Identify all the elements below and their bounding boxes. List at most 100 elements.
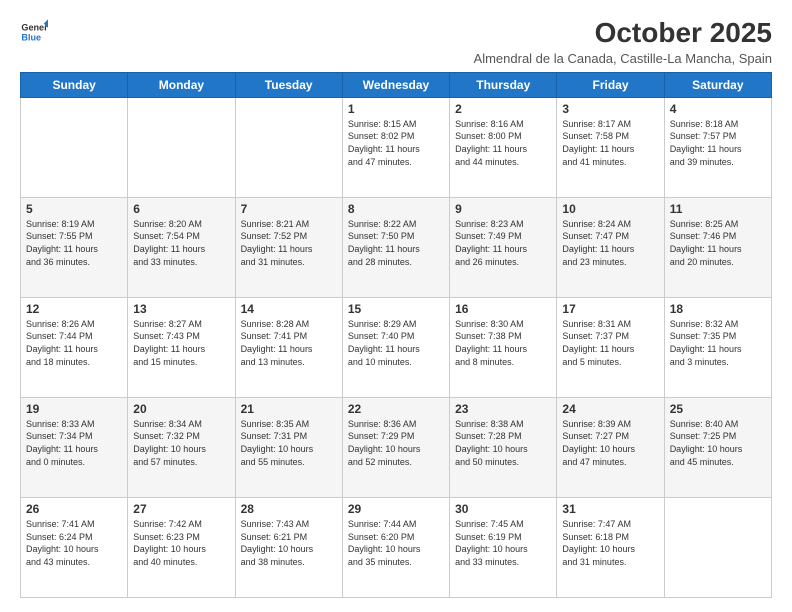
month-title: October 2025 <box>474 18 772 49</box>
day-number: 17 <box>562 302 658 316</box>
svg-text:General: General <box>21 23 48 33</box>
calendar-cell: 9 Sunrise: 8:23 AM Sunset: 7:49 PM Daylig… <box>450 197 557 297</box>
day-info: Sunrise: 8:28 AM Sunset: 7:41 PM Dayligh… <box>241 318 337 368</box>
day-number: 6 <box>133 202 229 216</box>
day-number: 7 <box>241 202 337 216</box>
title-block: October 2025 Almendral de la Canada, Cas… <box>474 18 772 66</box>
day-number: 3 <box>562 102 658 116</box>
day-info: Sunrise: 8:31 AM Sunset: 7:37 PM Dayligh… <box>562 318 658 368</box>
day-number: 14 <box>241 302 337 316</box>
calendar-cell: 1 Sunrise: 8:15 AM Sunset: 8:02 PM Daylig… <box>342 97 449 197</box>
calendar-cell: 27 Sunrise: 7:42 AM Sunset: 6:23 PM Dayli… <box>128 497 235 597</box>
calendar-cell: 13 Sunrise: 8:27 AM Sunset: 7:43 PM Dayli… <box>128 297 235 397</box>
calendar-cell: 4 Sunrise: 8:18 AM Sunset: 7:57 PM Daylig… <box>664 97 771 197</box>
day-info: Sunrise: 8:16 AM Sunset: 8:00 PM Dayligh… <box>455 118 551 168</box>
day-info: Sunrise: 8:35 AM Sunset: 7:31 PM Dayligh… <box>241 418 337 468</box>
day-info: Sunrise: 8:25 AM Sunset: 7:46 PM Dayligh… <box>670 218 766 268</box>
calendar: SundayMondayTuesdayWednesdayThursdayFrid… <box>20 72 772 598</box>
day-number: 9 <box>455 202 551 216</box>
calendar-cell <box>235 97 342 197</box>
day-number: 13 <box>133 302 229 316</box>
day-info: Sunrise: 8:22 AM Sunset: 7:50 PM Dayligh… <box>348 218 444 268</box>
day-info: Sunrise: 8:17 AM Sunset: 7:58 PM Dayligh… <box>562 118 658 168</box>
day-info: Sunrise: 8:29 AM Sunset: 7:40 PM Dayligh… <box>348 318 444 368</box>
day-info: Sunrise: 7:44 AM Sunset: 6:20 PM Dayligh… <box>348 518 444 568</box>
day-number: 27 <box>133 502 229 516</box>
svg-text:Blue: Blue <box>21 32 41 42</box>
weekday-header-tuesday: Tuesday <box>235 72 342 97</box>
calendar-cell <box>664 497 771 597</box>
day-number: 16 <box>455 302 551 316</box>
day-number: 19 <box>26 402 122 416</box>
weekday-header-saturday: Saturday <box>664 72 771 97</box>
calendar-cell: 18 Sunrise: 8:32 AM Sunset: 7:35 PM Dayli… <box>664 297 771 397</box>
day-info: Sunrise: 8:24 AM Sunset: 7:47 PM Dayligh… <box>562 218 658 268</box>
calendar-header: SundayMondayTuesdayWednesdayThursdayFrid… <box>21 72 772 97</box>
day-info: Sunrise: 8:39 AM Sunset: 7:27 PM Dayligh… <box>562 418 658 468</box>
calendar-cell: 26Sunrise: 7:41 AM Sunset: 6:24 PM Dayli… <box>21 497 128 597</box>
day-number: 31 <box>562 502 658 516</box>
day-info: Sunrise: 8:36 AM Sunset: 7:29 PM Dayligh… <box>348 418 444 468</box>
day-number: 29 <box>348 502 444 516</box>
page-header: General Blue October 2025 Almendral de l… <box>20 18 772 66</box>
calendar-cell: 28Sunrise: 7:43 AM Sunset: 6:21 PM Dayli… <box>235 497 342 597</box>
calendar-cell: 10 Sunrise: 8:24 AM Sunset: 7:47 PM Dayli… <box>557 197 664 297</box>
calendar-cell: 24 Sunrise: 8:39 AM Sunset: 7:27 PM Dayli… <box>557 397 664 497</box>
weekday-header-friday: Friday <box>557 72 664 97</box>
calendar-cell: 11 Sunrise: 8:25 AM Sunset: 7:46 PM Dayli… <box>664 197 771 297</box>
day-number: 4 <box>670 102 766 116</box>
day-info: Sunrise: 8:34 AM Sunset: 7:32 PM Dayligh… <box>133 418 229 468</box>
calendar-cell: 5 Sunrise: 8:19 AM Sunset: 7:55 PM Daylig… <box>21 197 128 297</box>
calendar-cell: 6 Sunrise: 8:20 AM Sunset: 7:54 PM Daylig… <box>128 197 235 297</box>
day-info: Sunrise: 7:45 AM Sunset: 6:19 PM Dayligh… <box>455 518 551 568</box>
calendar-cell: 21 Sunrise: 8:35 AM Sunset: 7:31 PM Dayli… <box>235 397 342 497</box>
calendar-cell: 31 Sunrise: 7:47 AM Sunset: 6:18 PM Dayli… <box>557 497 664 597</box>
day-number: 2 <box>455 102 551 116</box>
day-info: Sunrise: 8:33 AM Sunset: 7:34 PM Dayligh… <box>26 418 122 468</box>
day-number: 21 <box>241 402 337 416</box>
day-info: Sunrise: 7:47 AM Sunset: 6:18 PM Dayligh… <box>562 518 658 568</box>
day-info: Sunrise: 8:30 AM Sunset: 7:38 PM Dayligh… <box>455 318 551 368</box>
day-number: 30 <box>455 502 551 516</box>
day-number: 1 <box>348 102 444 116</box>
day-info: Sunrise: 8:15 AM Sunset: 8:02 PM Dayligh… <box>348 118 444 168</box>
location-title: Almendral de la Canada, Castille-La Manc… <box>474 51 772 66</box>
day-number: 10 <box>562 202 658 216</box>
weekday-header-sunday: Sunday <box>21 72 128 97</box>
day-number: 18 <box>670 302 766 316</box>
day-info: Sunrise: 8:26 AM Sunset: 7:44 PM Dayligh… <box>26 318 122 368</box>
day-info: Sunrise: 8:18 AM Sunset: 7:57 PM Dayligh… <box>670 118 766 168</box>
day-number: 26 <box>26 502 122 516</box>
day-number: 25 <box>670 402 766 416</box>
day-number: 23 <box>455 402 551 416</box>
day-info: Sunrise: 8:20 AM Sunset: 7:54 PM Dayligh… <box>133 218 229 268</box>
calendar-cell: 23 Sunrise: 8:38 AM Sunset: 7:28 PM Dayli… <box>450 397 557 497</box>
day-number: 5 <box>26 202 122 216</box>
day-info: Sunrise: 8:19 AM Sunset: 7:55 PM Dayligh… <box>26 218 122 268</box>
day-info: Sunrise: 8:38 AM Sunset: 7:28 PM Dayligh… <box>455 418 551 468</box>
calendar-cell <box>128 97 235 197</box>
day-info: Sunrise: 8:23 AM Sunset: 7:49 PM Dayligh… <box>455 218 551 268</box>
calendar-cell: 2 Sunrise: 8:16 AM Sunset: 8:00 PM Daylig… <box>450 97 557 197</box>
day-number: 15 <box>348 302 444 316</box>
day-number: 11 <box>670 202 766 216</box>
calendar-cell: 25 Sunrise: 8:40 AM Sunset: 7:25 PM Dayli… <box>664 397 771 497</box>
day-number: 12 <box>26 302 122 316</box>
calendar-cell: 12 Sunrise: 8:26 AM Sunset: 7:44 PM Dayli… <box>21 297 128 397</box>
day-info: Sunrise: 7:43 AM Sunset: 6:21 PM Dayligh… <box>241 518 337 568</box>
weekday-header-wednesday: Wednesday <box>342 72 449 97</box>
day-info: Sunrise: 8:27 AM Sunset: 7:43 PM Dayligh… <box>133 318 229 368</box>
day-info: Sunrise: 7:42 AM Sunset: 6:23 PM Dayligh… <box>133 518 229 568</box>
calendar-cell: 8Sunrise: 8:22 AM Sunset: 7:50 PM Daylig… <box>342 197 449 297</box>
calendar-cell: 29 Sunrise: 7:44 AM Sunset: 6:20 PM Dayli… <box>342 497 449 597</box>
calendar-cell: 22Sunrise: 8:36 AM Sunset: 7:29 PM Dayli… <box>342 397 449 497</box>
calendar-cell <box>21 97 128 197</box>
day-number: 24 <box>562 402 658 416</box>
day-info: Sunrise: 8:21 AM Sunset: 7:52 PM Dayligh… <box>241 218 337 268</box>
day-number: 20 <box>133 402 229 416</box>
day-info: Sunrise: 8:40 AM Sunset: 7:25 PM Dayligh… <box>670 418 766 468</box>
calendar-cell: 15 Sunrise: 8:29 AM Sunset: 7:40 PM Dayli… <box>342 297 449 397</box>
calendar-cell: 20 Sunrise: 8:34 AM Sunset: 7:32 PM Dayli… <box>128 397 235 497</box>
day-info: Sunrise: 8:32 AM Sunset: 7:35 PM Dayligh… <box>670 318 766 368</box>
calendar-cell: 7 Sunrise: 8:21 AM Sunset: 7:52 PM Daylig… <box>235 197 342 297</box>
